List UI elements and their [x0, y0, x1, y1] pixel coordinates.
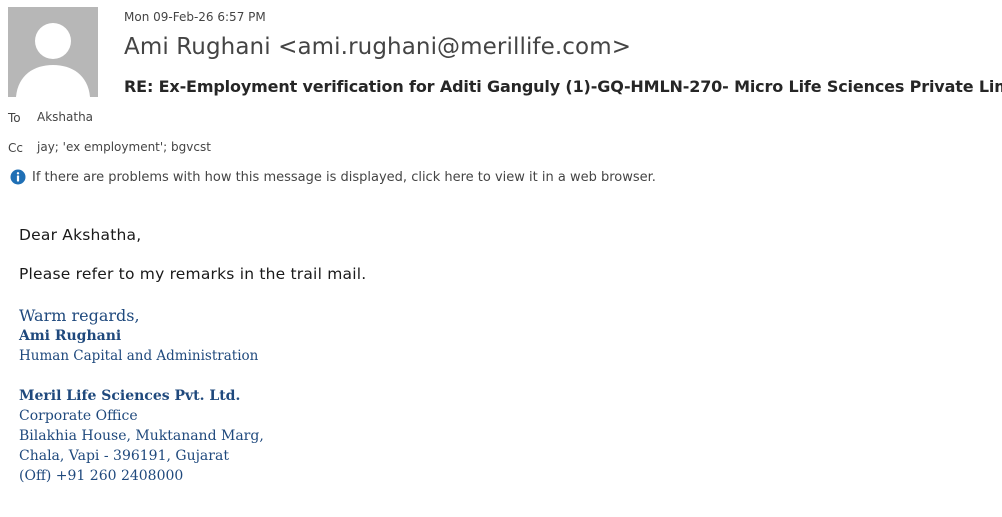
- sender-avatar[interactable]: [8, 7, 98, 97]
- body-greeting: Dear Akshatha,: [19, 226, 142, 244]
- to-label: To: [8, 111, 21, 125]
- signature-regards: Warm regards,: [19, 306, 140, 325]
- cc-recipients[interactable]: jay; 'ex employment'; bgvcst: [37, 140, 211, 154]
- sender-name[interactable]: Ami Rughani <ami.rughani@merillife.com>: [124, 34, 631, 60]
- signature-department: Human Capital and Administration: [19, 348, 259, 364]
- info-icon: [10, 169, 26, 185]
- signature-name: Ami Rughani: [19, 328, 122, 344]
- cc-label: Cc: [8, 141, 23, 155]
- sent-date: Mon 09-Feb-26 6:57 PM: [124, 10, 266, 24]
- signature-company: Meril Life Sciences Pvt. Ltd.: [19, 388, 241, 404]
- body-message: Please refer to my remarks in the trail …: [19, 265, 367, 283]
- infobar-text: If there are problems with how this mess…: [32, 169, 656, 185]
- person-silhouette-icon: [8, 7, 98, 97]
- signature-office: Corporate Office: [19, 408, 138, 424]
- signature-address-line1: Bilakhia House, Muktanand Marg,: [19, 428, 264, 444]
- view-in-browser-infobar[interactable]: If there are problems with how this mess…: [10, 168, 656, 186]
- email-subject: RE: Ex-Employment verification for Aditi…: [124, 77, 1002, 96]
- to-recipients[interactable]: Akshatha: [37, 110, 93, 124]
- signature-phone: (Off) +91 260 2408000: [19, 468, 184, 484]
- signature-address-line2: Chala, Vapi - 396191, Gujarat: [19, 448, 229, 464]
